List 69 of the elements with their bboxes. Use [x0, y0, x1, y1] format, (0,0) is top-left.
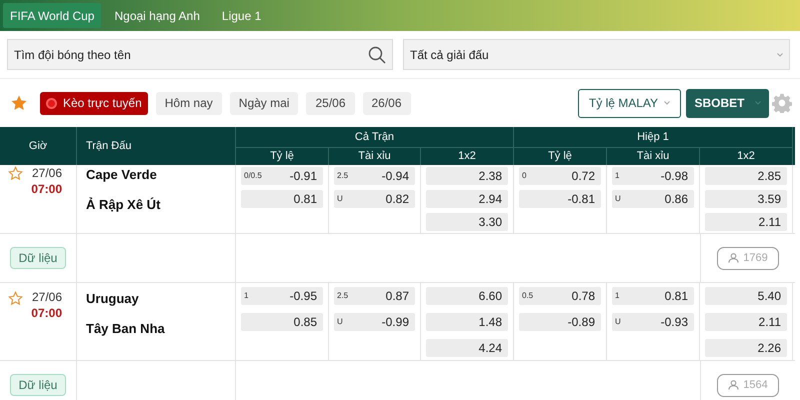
star-icon[interactable] — [10, 94, 28, 112]
odds-button[interactable]: U 0.82 — [334, 190, 415, 208]
match-date: 27/06 — [32, 165, 62, 181]
odds-button[interactable]: 1 0.81 — [612, 287, 694, 305]
live-odds-button[interactable]: Kèo trực tuyến — [40, 92, 148, 114]
odds-button[interactable]: 0/0.5 -0.91 — [241, 167, 323, 185]
column-header: Tỷ lệ — [514, 148, 607, 165]
nav-tab[interactable]: Ngoại hạng Anh — [105, 3, 209, 28]
search-icon — [368, 46, 386, 64]
star-icon[interactable] — [8, 291, 23, 306]
odds-button[interactable]: U 0.86 — [612, 190, 694, 208]
chevron-down-icon — [777, 52, 783, 56]
odds-button[interactable]: -0.89 — [519, 313, 601, 331]
odds-button[interactable]: 2.11 — [705, 213, 787, 231]
chevron-down-icon — [664, 101, 670, 105]
odds-button[interactable]: 0.81 — [241, 190, 323, 208]
odds-button[interactable]: -0.81 — [519, 190, 601, 208]
odds-button[interactable]: 0.85 — [241, 313, 323, 331]
nav-tab[interactable]: Ligue 1 — [212, 3, 270, 28]
chevron-down-icon — [754, 101, 760, 105]
team-name: Ả Rập Xê Út — [86, 196, 162, 214]
date-filter-button[interactable]: Ngày mai — [230, 92, 298, 114]
odds-button[interactable]: 3.59 — [705, 190, 787, 208]
nav-tab[interactable]: FIFA World Cup — [3, 3, 102, 28]
star-icon[interactable] — [8, 166, 23, 181]
data-button[interactable]: Dữ liệu — [10, 374, 66, 396]
odds-button[interactable]: 2.38 — [426, 167, 508, 185]
odds-button[interactable]: 4.24 — [426, 339, 508, 357]
column-header: Tài xỉu — [607, 148, 700, 165]
match-time: 07:00 — [31, 305, 62, 321]
date-filter-button[interactable]: 26/06 — [362, 92, 411, 114]
date-filter-button[interactable]: 25/06 — [306, 92, 354, 114]
odds-button[interactable]: 0.5 0.78 — [519, 287, 601, 305]
column-header: Giờ — [0, 127, 77, 165]
odds-button[interactable]: 3.30 — [426, 213, 508, 231]
odds-button[interactable]: 2.5 0.87 — [334, 287, 415, 305]
bookmaker-dropdown[interactable]: SBOBET — [686, 88, 769, 118]
odds-format-dropdown[interactable]: Tỷ lệ MALAY — [578, 88, 681, 118]
odds-button[interactable]: 2.5 -0.94 — [334, 167, 415, 185]
odds-button[interactable]: 1 -0.95 — [241, 287, 323, 305]
date-filter-button[interactable]: Hôm nay — [156, 92, 222, 114]
odds-button[interactable]: 5.40 — [705, 287, 787, 305]
odds-button[interactable]: 6.60 — [426, 287, 508, 305]
team-name: Uruguay — [86, 290, 140, 308]
odds-button[interactable]: U -0.99 — [334, 313, 415, 331]
odds-button[interactable]: 1 -0.98 — [612, 167, 694, 185]
data-button[interactable]: Dữ liệu — [10, 247, 66, 269]
users-icon — [728, 380, 740, 390]
column-group-header: Cả Trận — [236, 127, 514, 148]
match-date: 27/06 — [32, 289, 62, 305]
odds-button[interactable]: 2.94 — [426, 190, 508, 208]
column-header: Tài xỉu — [329, 148, 421, 165]
column-header: 1x2 — [421, 148, 514, 165]
settings-icon[interactable] — [772, 93, 792, 113]
column-header: Tỷ lệ — [236, 148, 329, 165]
team-name: Tây Ban Nha — [86, 320, 166, 338]
odds-button[interactable]: 2.26 — [705, 339, 787, 357]
odds-button[interactable]: 2.11 — [705, 313, 787, 331]
column-group-header: Hiệp 1 — [514, 127, 793, 148]
team-name: Cape Verde — [86, 166, 158, 184]
odds-button[interactable]: 2.85 — [705, 167, 787, 185]
column-header: 1x2 — [700, 148, 793, 165]
odds-button[interactable]: 0 0.72 — [519, 167, 601, 185]
users-icon — [728, 253, 740, 263]
league-dropdown[interactable]: Tất cả giải đấu — [403, 39, 790, 70]
column-header: Trận Đấu — [77, 127, 236, 165]
odds-button[interactable]: U -0.93 — [612, 313, 694, 331]
match-time: 07:00 — [31, 181, 62, 197]
odds-button[interactable]: 1.48 — [426, 313, 508, 331]
